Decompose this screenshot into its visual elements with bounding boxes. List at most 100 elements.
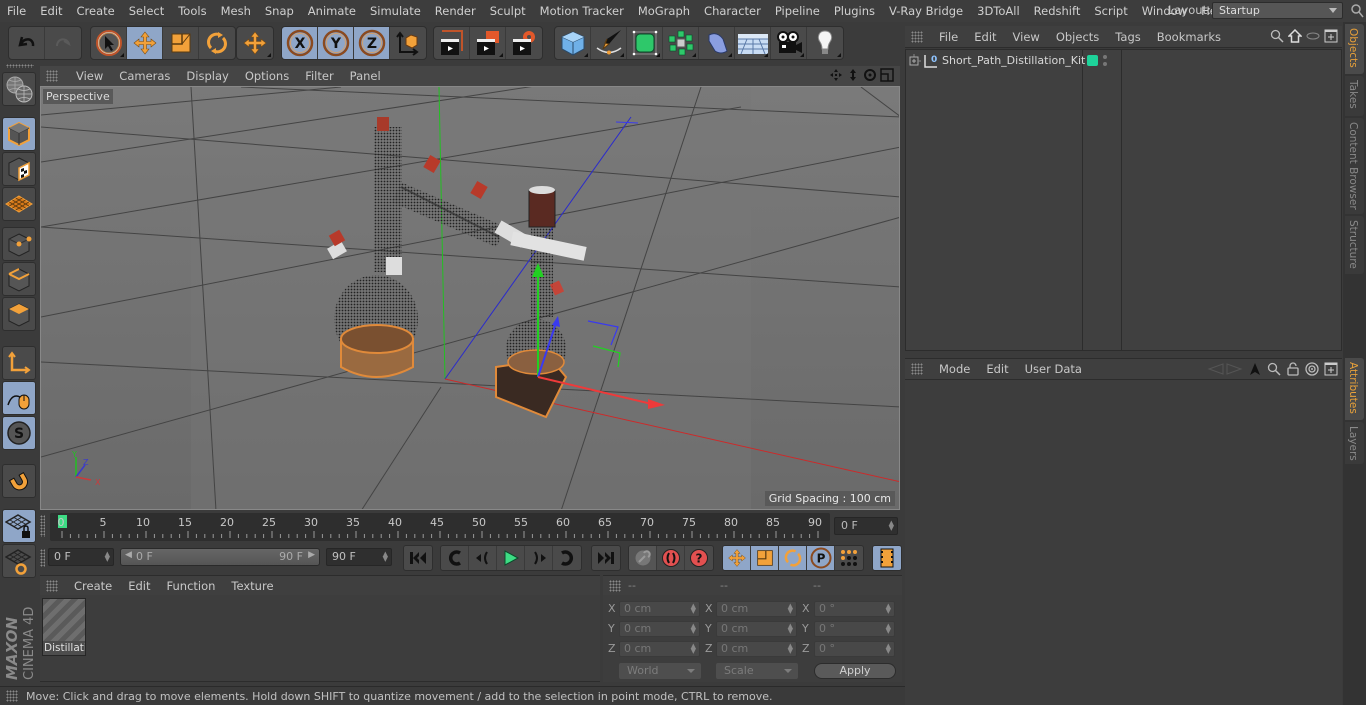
menu-tools[interactable]: Tools <box>171 4 213 18</box>
start-frame-field[interactable]: 0 F ▲ ▼ <box>48 548 114 566</box>
menu-vray-bridge[interactable]: V-Ray Bridge <box>882 4 970 18</box>
material-swatch[interactable]: Distillati <box>42 598 86 656</box>
menu-sculpt[interactable]: Sculpt <box>483 4 533 18</box>
size-z-field[interactable]: 0 cm ▲ ▼ <box>716 641 797 657</box>
range-left-arrow-icon[interactable]: ◀ <box>125 550 132 560</box>
key-move-button[interactable] <box>723 546 751 570</box>
size-x-field[interactable]: 0 cm ▲ ▼ <box>716 601 797 617</box>
new-panel-icon[interactable] <box>1324 362 1338 376</box>
cloner-button[interactable] <box>663 27 699 59</box>
zoom-view-icon[interactable] <box>846 68 860 82</box>
menu-animate[interactable]: Animate <box>301 4 363 18</box>
tab-objects[interactable]: Objects <box>1345 24 1364 74</box>
search-icon[interactable] <box>1267 362 1281 376</box>
timeline-window-button[interactable] <box>873 546 901 570</box>
material-menu-create[interactable]: Create <box>66 579 120 593</box>
object-menu-edit[interactable]: Edit <box>966 30 1004 44</box>
menu-render[interactable]: Render <box>428 4 483 18</box>
snapping-button[interactable] <box>2 464 36 498</box>
tab-attributes[interactable]: Attributes <box>1345 358 1364 420</box>
home-icon[interactable] <box>1288 29 1302 43</box>
end-frame-field[interactable]: 90 F ▲ ▼ <box>326 548 392 566</box>
history-arrows-icon[interactable] <box>1207 362 1243 376</box>
size-y-field[interactable]: 0 cm ▲ ▼ <box>716 621 797 637</box>
menu-motion-tracker[interactable]: Motion Tracker <box>533 4 631 18</box>
viewport-menu-view[interactable]: View <box>68 69 111 83</box>
menu-mesh[interactable]: Mesh <box>214 4 258 18</box>
redo-button[interactable] <box>45 27 81 59</box>
coordinate-manager-grip[interactable] <box>609 579 621 592</box>
pen-spline-button[interactable] <box>591 27 627 59</box>
object-menu-view[interactable]: View <box>1005 30 1048 44</box>
light-button[interactable] <box>807 27 843 59</box>
menu-snap[interactable]: Snap <box>258 4 301 18</box>
tab-content-browser[interactable]: Content Browser <box>1345 118 1364 214</box>
current-frame-field[interactable]: 0 F ▲ ▼ <box>834 517 898 535</box>
timeline-ruler[interactable]: 0 5 10 15 20 25 30 35 40 45 50 55 60 65 70 75 80 85 90 <box>50 513 830 541</box>
material-menu-edit[interactable]: Edit <box>120 579 158 593</box>
render-settings-button[interactable] <box>506 27 542 59</box>
z-axis-lock-button[interactable]: Z <box>354 27 390 59</box>
next-frame-button[interactable] <box>525 546 553 570</box>
rotate-view-icon[interactable] <box>863 68 877 82</box>
material-menu-texture[interactable]: Texture <box>223 579 281 593</box>
attribute-menu-edit[interactable]: Edit <box>978 362 1016 376</box>
menu-3dtoall[interactable]: 3DToAll <box>970 4 1027 18</box>
rot-z-field[interactable]: 0 ° ▲ ▼ <box>814 641 895 657</box>
render-visibility-dot[interactable] <box>1103 62 1107 66</box>
pan-view-icon[interactable] <box>829 68 843 82</box>
range-right-arrow-icon[interactable]: ▶ <box>308 550 315 560</box>
layout-dropdown[interactable]: Startup <box>1212 2 1343 19</box>
menu-simulate[interactable]: Simulate <box>363 4 428 18</box>
x-axis-lock-button[interactable]: X <box>282 27 318 59</box>
attribute-menu-user-data[interactable]: User Data <box>1017 362 1090 376</box>
play-button[interactable] <box>497 546 525 570</box>
filter-icon[interactable] <box>1306 29 1320 43</box>
polygons-mode-button[interactable] <box>2 297 36 331</box>
tab-layers[interactable]: Layers <box>1345 422 1364 464</box>
solo-mode-button[interactable]: S <box>2 416 36 450</box>
viewport-perspective[interactable]: Y Z X Perspective Grid Spacing : 100 cm <box>40 86 900 510</box>
workplane-mode-button[interactable] <box>2 187 36 221</box>
floor-button[interactable] <box>735 27 771 59</box>
prev-frame-button[interactable] <box>469 546 497 570</box>
render-view-button[interactable] <box>434 27 470 59</box>
viewport-menu-options[interactable]: Options <box>237 69 297 83</box>
axis-mode-button[interactable] <box>2 346 36 380</box>
search-icon[interactable] <box>1349 2 1366 19</box>
keyframe-selection-button[interactable]: ? <box>685 546 713 570</box>
status-grip[interactable] <box>6 690 18 702</box>
next-keyframe-button[interactable] <box>553 546 581 570</box>
object-menu-bookmarks[interactable]: Bookmarks <box>1149 30 1229 44</box>
tweak-mode-button[interactable] <box>2 381 36 415</box>
scale-tool-button[interactable] <box>163 27 199 59</box>
menu-pipeline[interactable]: Pipeline <box>768 4 827 18</box>
model-mode-button[interactable] <box>2 117 36 151</box>
subdivision-surface-button[interactable] <box>627 27 663 59</box>
deformer-button[interactable] <box>699 27 735 59</box>
maximize-view-icon[interactable] <box>880 68 894 82</box>
pointer-up-icon[interactable] <box>1248 362 1262 376</box>
key-pla-button[interactable] <box>835 546 863 570</box>
object-row[interactable]: 0 Short_Path_Distillation_Kit <box>906 52 1341 70</box>
make-editable-button[interactable] <box>2 72 36 106</box>
palette-grip[interactable] <box>6 64 34 68</box>
attribute-manager-grip[interactable] <box>911 363 923 375</box>
material-manager-grip[interactable] <box>46 579 58 592</box>
live-selection-button[interactable] <box>91 27 127 59</box>
viewport-grip[interactable] <box>46 70 58 82</box>
cube-button[interactable] <box>555 27 591 59</box>
texture-mode-button[interactable] <box>2 152 36 186</box>
autokey-button[interactable] <box>657 546 685 570</box>
menu-plugins[interactable]: Plugins <box>827 4 882 18</box>
pos-x-field[interactable]: 0 cm ▲ ▼ <box>619 601 700 617</box>
rot-y-field[interactable]: 0 ° ▲ ▼ <box>814 621 895 637</box>
goto-start-button[interactable] <box>404 546 432 570</box>
menu-character[interactable]: Character <box>697 4 768 18</box>
pos-z-field[interactable]: 0 cm ▲ ▼ <box>619 641 700 657</box>
locked-workplane-button[interactable] <box>2 509 36 543</box>
coordinate-mode-dropdown[interactable]: World <box>619 663 701 679</box>
object-manager-grip[interactable] <box>911 30 923 43</box>
frame-range-slider[interactable]: ◀ 0 F 90 F ▶ <box>120 548 320 566</box>
y-axis-lock-button[interactable]: Y <box>318 27 354 59</box>
